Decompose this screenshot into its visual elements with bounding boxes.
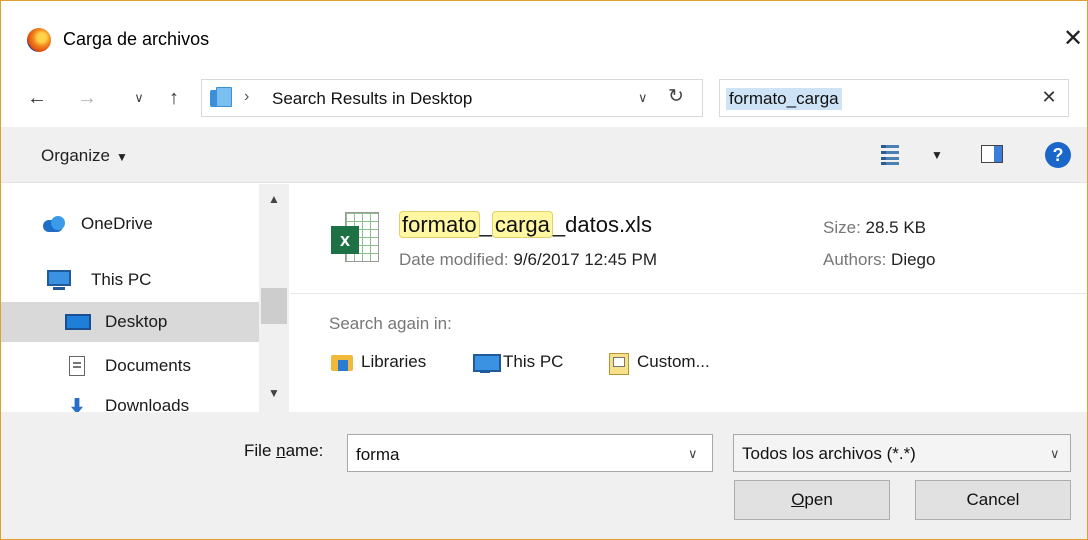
location-label: Custom... — [637, 352, 710, 371]
view-options-dropdown-icon[interactable]: ▼ — [931, 148, 943, 162]
change-view-icon[interactable] — [881, 145, 899, 165]
nav-item-downloads[interactable]: Downloads — [1, 386, 259, 412]
organize-button[interactable]: Organize ▼ — [41, 146, 128, 166]
authors-value: Diego — [891, 250, 936, 269]
authors-label: Authors: — [823, 250, 887, 269]
search-results-pane: x formato _ carga _datos.xls Date modified:… — [291, 184, 1087, 412]
help-icon[interactable]: ? — [1045, 142, 1071, 168]
nav-item-label: Desktop — [105, 312, 168, 331]
date-value: 9/6/2017 12:45 PM — [513, 250, 658, 269]
search-again-custom[interactable]: Custom... — [607, 352, 710, 378]
desktop-icon — [65, 312, 93, 332]
file-name-part: _datos.xls — [552, 212, 652, 237]
nav-item-label: OneDrive — [81, 214, 153, 233]
downloads-icon — [65, 396, 93, 412]
nav-item-documents[interactable]: Documents — [1, 346, 259, 386]
search-input[interactable]: formato_carga ✕ — [719, 79, 1069, 117]
forward-arrow-icon[interactable]: → — [75, 85, 99, 111]
back-arrow-icon[interactable]: ← — [25, 85, 49, 111]
nav-item-label: This PC — [91, 270, 152, 289]
file-name-label-prefix: File — [244, 441, 277, 460]
navigation-scrollbar[interactable]: ▲ ▼ — [259, 184, 289, 412]
window-title: Carga de archivos — [63, 29, 210, 49]
clear-search-icon[interactable]: ✕ — [1038, 87, 1060, 109]
nav-item-label: Documents — [105, 356, 191, 375]
nav-item-label: Downloads — [105, 396, 190, 412]
open-label: pen — [804, 490, 833, 509]
computer-icon — [47, 270, 75, 290]
cancel-button[interactable]: Cancel — [915, 480, 1071, 520]
search-query[interactable]: formato_carga — [726, 88, 842, 110]
location-label: This PC — [503, 352, 564, 371]
open-button[interactable]: Open — [734, 480, 890, 520]
preview-pane-icon[interactable] — [981, 145, 1003, 163]
nav-item-this-pc[interactable]: This PC — [1, 260, 259, 300]
excel-file-icon: x — [331, 212, 379, 264]
breadcrumb-separator-icon[interactable]: › — [244, 88, 249, 106]
organize-label: Organize — [41, 146, 110, 165]
file-name-input[interactable]: forma ∨ — [347, 434, 713, 472]
address-path[interactable]: Search Results in Desktop — [272, 89, 472, 109]
file-type-value[interactable]: Todos los archivos (*.*) — [742, 444, 916, 464]
file-result-row[interactable]: x formato _ carga _datos.xls Date modified:… — [291, 184, 1087, 294]
file-name-dropdown-icon[interactable]: ∨ — [688, 446, 698, 462]
file-name-label: File name: — [244, 441, 323, 461]
nav-item-desktop[interactable]: Desktop — [1, 302, 259, 342]
organize-dropdown-icon: ▼ — [115, 150, 128, 164]
file-name[interactable]: formato _ carga _datos.xls — [399, 211, 652, 238]
search-again-label: Search again in: — [329, 314, 452, 333]
file-name-part: _ — [479, 212, 492, 237]
address-bar[interactable]: › Search Results in Desktop ∨ ↻ — [201, 79, 703, 117]
location-label: Libraries — [361, 352, 427, 371]
close-icon[interactable]: ✕ — [1059, 25, 1087, 53]
address-dropdown-icon[interactable]: ∨ — [638, 90, 648, 106]
file-open-dialog: Carga de archivos ✕ ← → ∨ ↑ › Search Res… — [0, 0, 1088, 540]
search-highlight: carga — [491, 211, 553, 238]
size-value: 28.5 KB — [865, 218, 927, 237]
file-size: Size: 28.5 KB — [823, 218, 926, 238]
file-type-select[interactable]: Todos los archivos (*.*) ∨ — [733, 434, 1071, 472]
search-highlight: formato — [399, 211, 480, 238]
nav-item-onedrive[interactable]: OneDrive — [1, 204, 259, 244]
documents-icon — [67, 356, 95, 376]
size-label: Size: — [823, 218, 861, 237]
onedrive-icon — [41, 214, 69, 234]
search-results-folder-icon — [208, 87, 234, 109]
up-arrow-icon[interactable]: ↑ — [161, 85, 187, 111]
firefox-icon — [27, 28, 51, 52]
date-label: Date modified: — [399, 250, 509, 269]
file-name-label-suffix: ame: — [285, 441, 324, 460]
title-bar: Carga de archivos ✕ — [1, 1, 1087, 71]
search-again-this-pc[interactable]: This PC — [473, 352, 563, 378]
recent-locations-chevron-icon[interactable]: ∨ — [131, 85, 147, 111]
file-date-modified: Date modified: 9/6/2017 12:45 PM — [399, 250, 657, 270]
refresh-icon[interactable]: ↻ — [668, 85, 684, 108]
dialog-footer: File name: forma ∨ Todos los archivos (*… — [1, 412, 1087, 539]
navigation-row: ← → ∨ ↑ › Search Results in Desktop ∨ ↻ … — [1, 73, 1087, 123]
command-bar: Organize ▼ ▼ ? — [1, 127, 1087, 183]
custom-folder-icon — [607, 352, 631, 375]
file-name-value[interactable]: forma — [356, 445, 399, 465]
navigation-pane: OneDrive This PC Desktop Documents Downl… — [1, 184, 291, 412]
libraries-icon — [331, 353, 355, 373]
scroll-down-icon[interactable]: ▼ — [259, 386, 289, 406]
scroll-up-icon[interactable]: ▲ — [259, 192, 289, 212]
file-name-access-key: n — [276, 441, 286, 460]
search-again-libraries[interactable]: Libraries — [331, 352, 426, 378]
computer-icon — [473, 353, 501, 373]
scrollbar-thumb[interactable] — [261, 288, 287, 324]
file-type-dropdown-icon[interactable]: ∨ — [1050, 446, 1060, 462]
open-access-key: O — [791, 490, 805, 509]
file-authors: Authors: Diego — [823, 250, 935, 270]
